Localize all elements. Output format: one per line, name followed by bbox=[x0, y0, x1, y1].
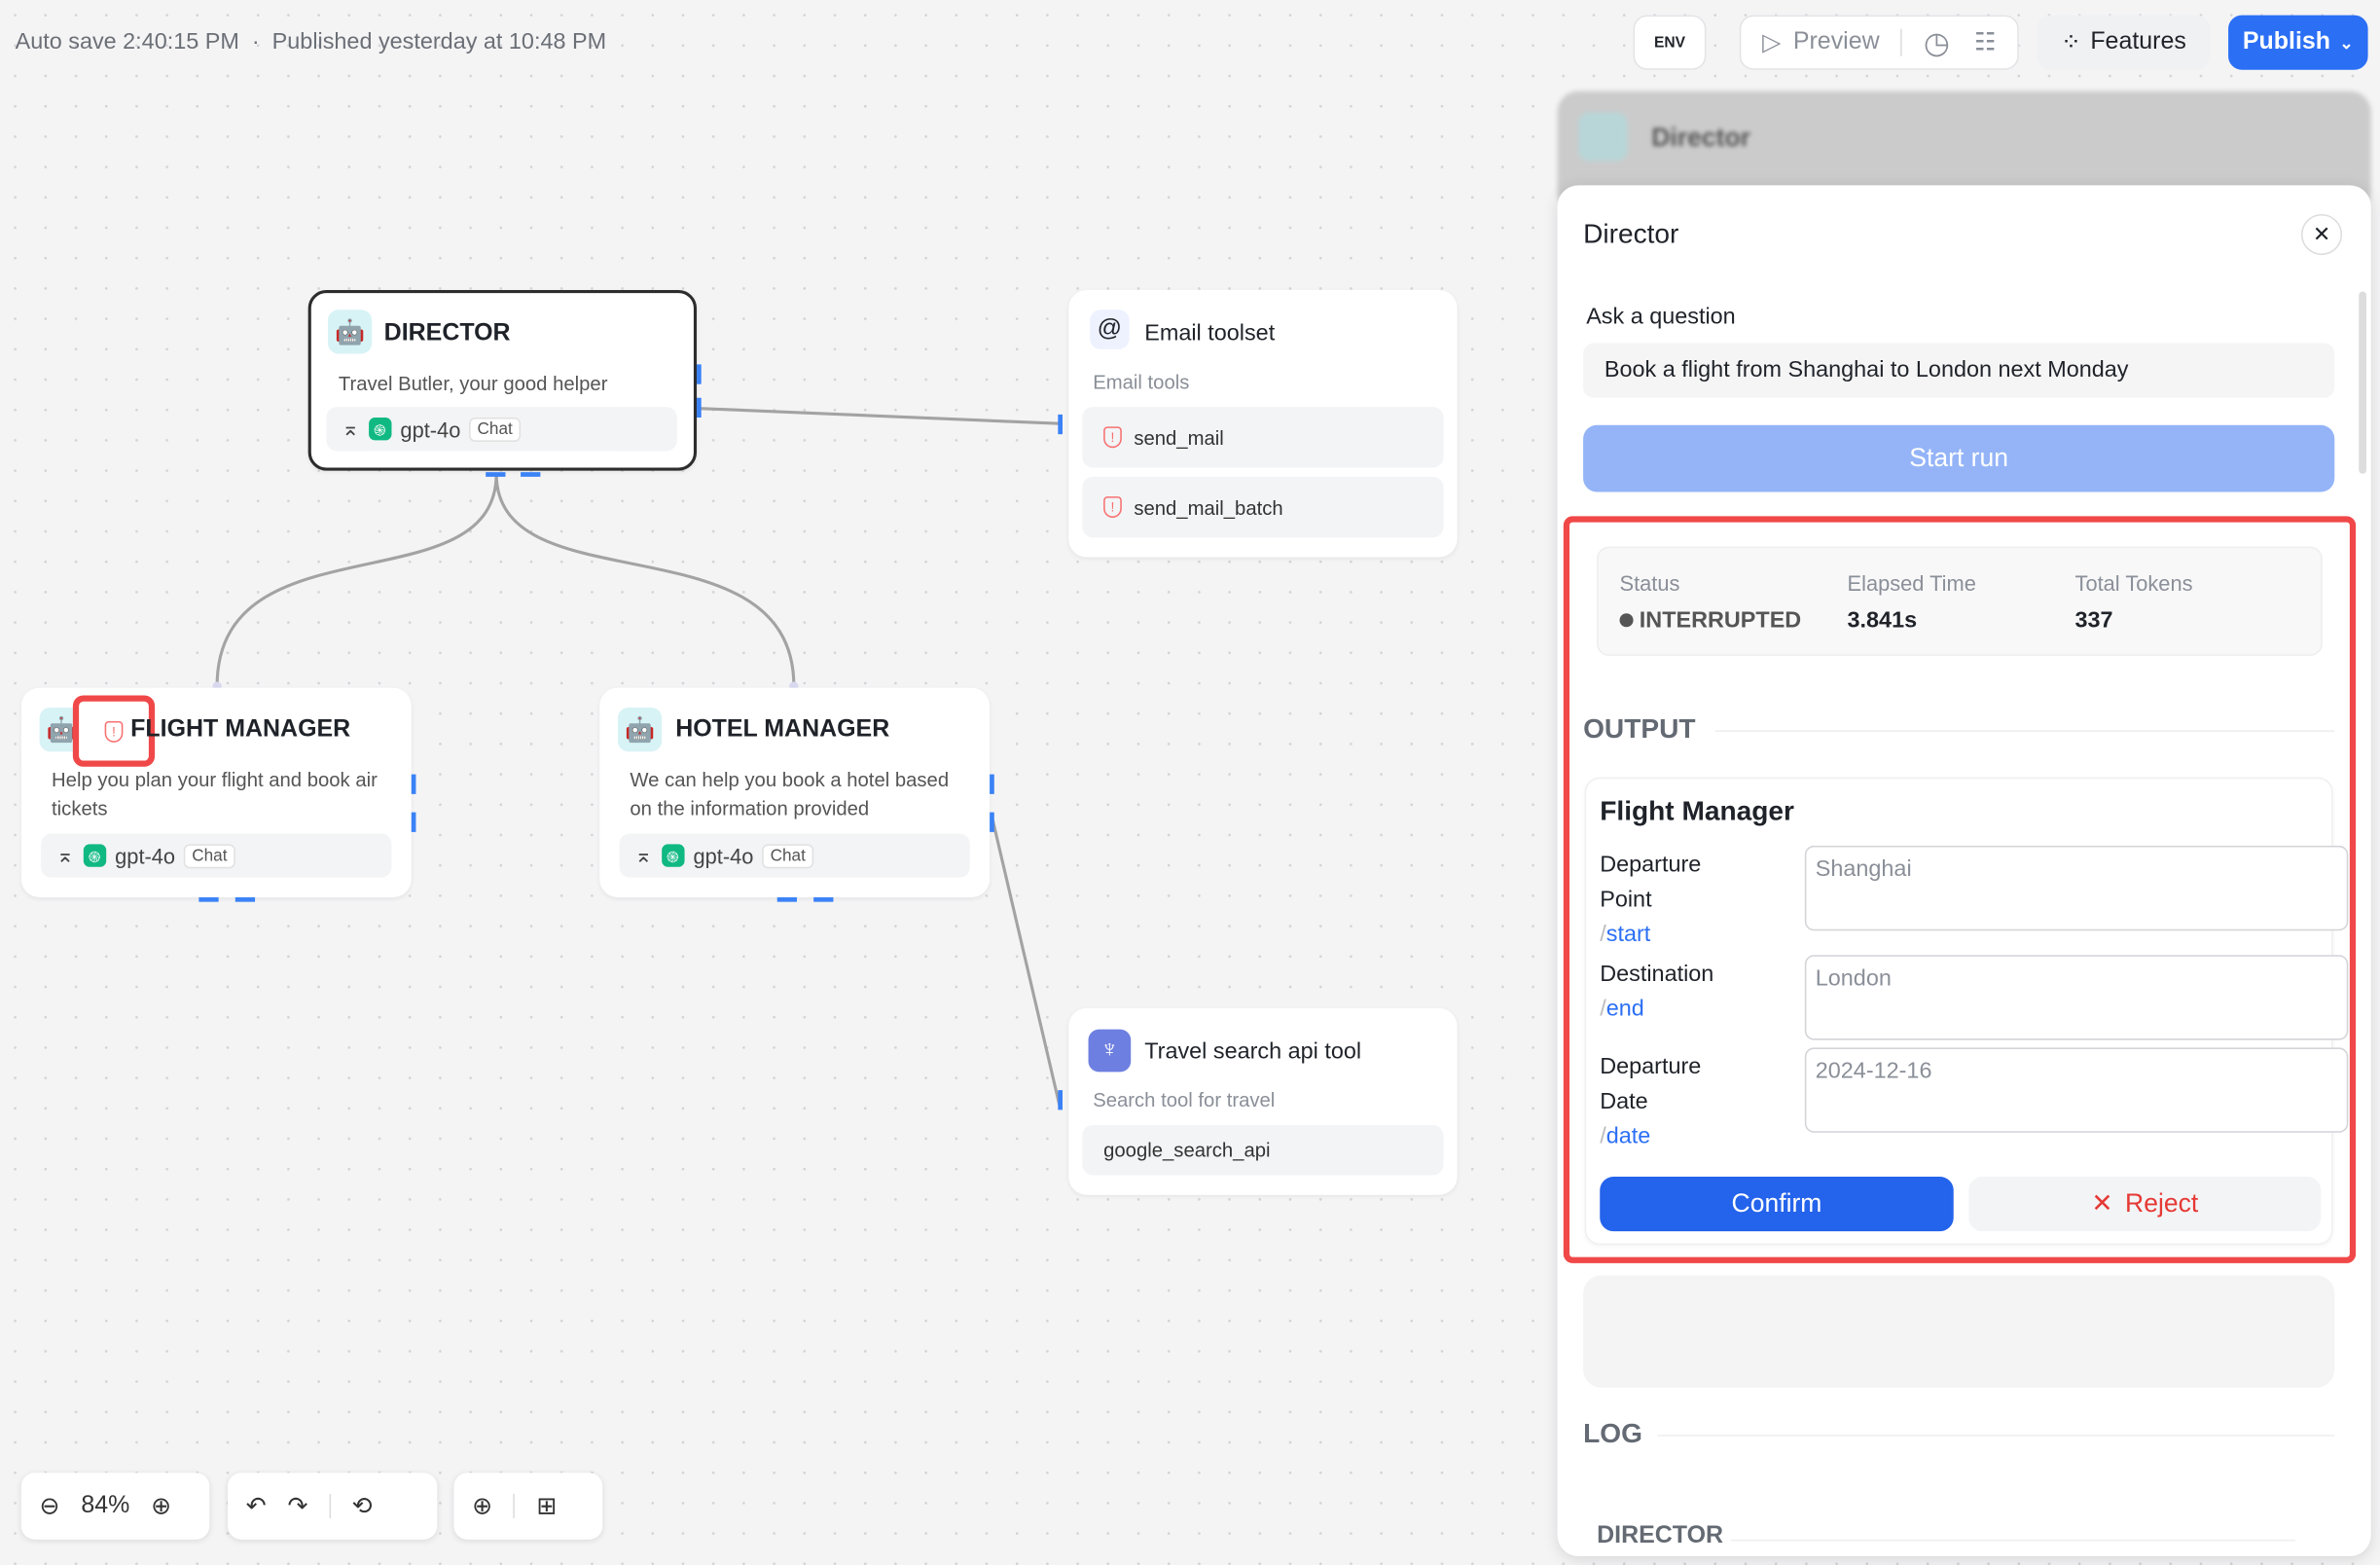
log-heading: LOG bbox=[1583, 1418, 1642, 1449]
handle[interactable] bbox=[1058, 414, 1063, 435]
start-run-button[interactable]: Start run bbox=[1583, 424, 2335, 492]
handle[interactable] bbox=[486, 472, 506, 477]
director-node[interactable]: 🤖 DIRECTOR Travel Butler, your good help… bbox=[307, 289, 698, 471]
handle[interactable] bbox=[1058, 1090, 1063, 1110]
node-desc: Travel Butler, your good helper bbox=[338, 372, 608, 395]
zoom-level[interactable]: 84% bbox=[81, 1492, 129, 1519]
close-icon[interactable]: ✕ bbox=[2300, 213, 2343, 256]
model-row[interactable]: ⌅ ֍ gpt-4o Chat bbox=[619, 833, 970, 878]
hotel-manager-node[interactable]: 🤖 HOTEL MANAGER We can help you book a h… bbox=[599, 687, 991, 897]
features-icon: ⁘ bbox=[2061, 30, 2081, 56]
collapse-icon[interactable]: ⌅ bbox=[342, 416, 359, 442]
output-area bbox=[1583, 1275, 2335, 1388]
collapse-icon[interactable]: ⌅ bbox=[56, 843, 74, 869]
openai-icon: ֍ bbox=[368, 417, 392, 441]
checklist-icon[interactable]: ☷ bbox=[1974, 27, 1996, 57]
collapse-icon[interactable]: ⌅ bbox=[634, 843, 652, 869]
node-title: DIRECTOR bbox=[383, 320, 511, 346]
node-desc: Email tools bbox=[1093, 370, 1190, 394]
ask-label: Ask a question bbox=[1586, 304, 1736, 330]
handle[interactable] bbox=[198, 896, 219, 902]
node-desc: Search tool for travel bbox=[1093, 1088, 1276, 1111]
play-icon[interactable]: ▷ bbox=[1762, 27, 1781, 57]
handle[interactable] bbox=[990, 812, 994, 832]
undo-icon[interactable]: ↶ bbox=[246, 1491, 267, 1521]
env-button[interactable]: ENV bbox=[1633, 15, 1707, 70]
add-node-icon[interactable]: ⊕ bbox=[472, 1491, 492, 1521]
edge-hotel-search bbox=[991, 819, 1062, 1107]
shield-alert-icon: ! bbox=[1103, 496, 1122, 518]
handle[interactable] bbox=[521, 472, 541, 477]
layout-icon[interactable]: ⊞ bbox=[536, 1491, 557, 1521]
chevron-down-icon: ⌄ bbox=[2339, 34, 2354, 53]
tool-item[interactable]: google_search_api bbox=[1082, 1124, 1444, 1176]
node-title: Travel search api tool bbox=[1144, 1038, 1362, 1065]
tool-item[interactable]: ! send_mail_batch bbox=[1082, 476, 1444, 538]
edge-director-email bbox=[700, 407, 1060, 425]
shield-alert-icon: ! bbox=[104, 720, 124, 743]
panel-title: Director bbox=[1583, 218, 1679, 249]
shield-alert-icon: ! bbox=[1103, 426, 1122, 449]
node-title: FLIGHT MANAGER bbox=[130, 716, 351, 743]
model-row[interactable]: ⌅ ֍ gpt-4o Chat bbox=[41, 833, 392, 878]
zoom-out-icon[interactable]: ⊖ bbox=[40, 1491, 60, 1521]
node-desc: Help you plan your flight and book air t… bbox=[52, 768, 378, 820]
zoom-controls: ⊖ 84% ⊕ bbox=[20, 1473, 210, 1540]
env-icon: ENV bbox=[1653, 34, 1686, 52]
email-toolset-node[interactable]: @ Email toolset Email tools ! send_mail !… bbox=[1068, 289, 1458, 558]
edge-director-flight bbox=[215, 473, 498, 687]
robot-icon: 🤖 bbox=[617, 707, 663, 752]
question-input[interactable]: Book a flight from Shanghai to London ne… bbox=[1583, 343, 2335, 398]
zoom-in-icon[interactable]: ⊕ bbox=[151, 1491, 171, 1521]
handle[interactable] bbox=[411, 774, 416, 794]
add-controls: ⊕ ⊞ bbox=[453, 1473, 603, 1540]
log-section-director: DIRECTOR bbox=[1597, 1522, 1724, 1549]
handle[interactable] bbox=[411, 812, 416, 832]
handle[interactable] bbox=[697, 364, 702, 384]
flight-manager-node[interactable]: 🤖 ! FLIGHT MANAGER Help you plan your fl… bbox=[20, 687, 412, 897]
highlight-box bbox=[1563, 516, 2357, 1263]
preview-button[interactable]: Preview bbox=[1793, 29, 1880, 56]
robot-icon: 🤖 bbox=[327, 309, 373, 354]
handle[interactable] bbox=[234, 896, 256, 902]
handle[interactable] bbox=[776, 896, 797, 902]
redo-icon[interactable]: ↷ bbox=[287, 1491, 307, 1521]
handle[interactable] bbox=[990, 774, 994, 794]
openai-icon: ֍ bbox=[661, 844, 685, 867]
edge-director-hotel bbox=[494, 473, 796, 687]
tool-item[interactable]: ! send_mail bbox=[1082, 407, 1444, 468]
node-title: HOTEL MANAGER bbox=[675, 716, 890, 743]
octopus-icon: ♆ bbox=[1088, 1029, 1132, 1073]
node-desc: We can help you book a hotel based on th… bbox=[630, 768, 950, 820]
openai-icon: ֍ bbox=[83, 844, 106, 867]
node-title: Email toolset bbox=[1144, 320, 1276, 346]
history-run-icon[interactable]: ◷ bbox=[1924, 23, 1950, 61]
email-icon: @ bbox=[1090, 309, 1130, 349]
model-row[interactable]: ⌅ ֍ gpt-4o Chat bbox=[326, 407, 677, 452]
travel-search-node[interactable]: ♆ Travel search api tool Search tool for… bbox=[1068, 1007, 1458, 1195]
history-controls: ↶ ↷ ⟲ bbox=[227, 1473, 438, 1540]
scrollbar[interactable] bbox=[2359, 291, 2367, 474]
handle[interactable] bbox=[697, 397, 702, 418]
history-icon[interactable]: ⟲ bbox=[352, 1491, 373, 1521]
preview-group: ▷ Preview ◷ ☷ bbox=[1739, 15, 2019, 70]
handle[interactable] bbox=[813, 896, 834, 902]
publish-button[interactable]: Publish ⌄ bbox=[2228, 15, 2368, 70]
features-button[interactable]: ⁘ Features bbox=[2037, 15, 2211, 70]
